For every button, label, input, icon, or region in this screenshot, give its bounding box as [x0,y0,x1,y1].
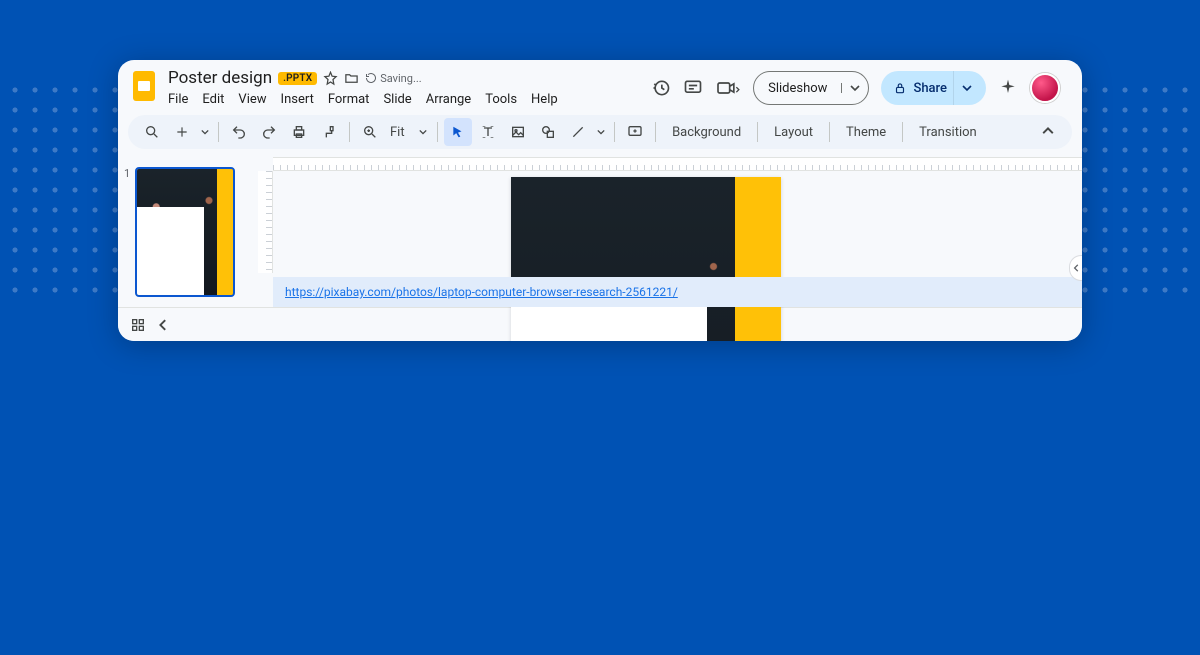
grid-view-icon[interactable] [130,317,146,333]
file-format-badge: .PPTX [278,72,317,85]
ruler-vertical[interactable] [258,171,273,273]
redo-icon[interactable] [255,118,283,146]
menu-slide[interactable]: Slide [383,92,411,107]
slide-yellow-bar[interactable] [735,177,781,341]
zoom-icon[interactable] [356,118,384,146]
slide-number: 1 [124,167,130,297]
share-button[interactable]: Share [881,71,986,105]
zoom-select[interactable]: Fit [386,125,431,140]
menu-bar: File Edit View Insert Format Slide Arran… [168,92,558,107]
menu-view[interactable]: View [238,92,266,107]
theme-button[interactable]: Theme [836,118,896,146]
layout-button[interactable]: Layout [764,118,823,146]
slides-app-window: Poster design .PPTX Saving... File Edit … [118,60,1082,341]
new-slide-caret-icon[interactable] [198,118,212,146]
slideshow-caret-icon[interactable] [841,83,868,93]
shape-tool-icon[interactable] [534,118,562,146]
work-area: 1 https://pixabay.com/photos/l [118,157,1082,307]
menu-file[interactable]: File [168,92,188,107]
transition-button[interactable]: Transition [909,118,987,146]
editor-stage[interactable] [273,171,1082,273]
speaker-notes-link[interactable]: https://pixabay.com/photos/laptop-comput… [285,285,678,299]
line-caret-icon[interactable] [594,118,608,146]
account-avatar[interactable] [1030,73,1060,103]
new-slide-icon[interactable] [168,118,196,146]
menu-help[interactable]: Help [531,92,558,107]
paint-format-icon[interactable] [315,118,343,146]
background-button[interactable]: Background [662,118,751,146]
canvas-area: https://pixabay.com/photos/laptop-comput… [258,157,1082,307]
comments-icon[interactable] [683,78,703,98]
lock-icon [893,81,907,95]
save-status: Saving... [365,72,421,85]
slide-thumbnail[interactable] [135,167,235,297]
menu-format[interactable]: Format [328,92,370,107]
slideshow-button[interactable]: Slideshow [753,71,869,105]
move-folder-icon[interactable] [344,71,359,86]
star-icon[interactable] [323,71,338,86]
title-bar: Poster design .PPTX Saving... File Edit … [118,60,1082,107]
gemini-sparkle-icon[interactable] [998,78,1018,98]
document-title[interactable]: Poster design [168,68,272,88]
select-tool-icon[interactable] [444,118,472,146]
menu-edit[interactable]: Edit [202,92,224,107]
share-caret-icon[interactable] [953,71,980,105]
line-tool-icon[interactable] [564,118,592,146]
print-icon[interactable] [285,118,313,146]
menu-arrange[interactable]: Arrange [426,92,471,107]
menu-insert[interactable]: Insert [281,92,314,107]
meet-icon[interactable] [715,78,741,98]
comment-add-icon[interactable] [621,118,649,146]
image-tool-icon[interactable] [504,118,532,146]
undo-icon[interactable] [225,118,253,146]
slides-logo-icon[interactable] [130,68,158,104]
collapse-filmstrip-icon[interactable] [158,319,170,331]
slide-canvas[interactable] [511,177,781,341]
textbox-tool-icon[interactable] [474,118,502,146]
slide-filmstrip[interactable]: 1 [118,157,258,307]
search-icon[interactable] [138,118,166,146]
collapse-toolbar-icon[interactable] [1034,118,1062,146]
history-icon[interactable] [651,78,671,98]
menu-tools[interactable]: Tools [485,92,517,107]
speaker-notes[interactable]: https://pixabay.com/photos/laptop-comput… [273,277,1082,307]
toolbar: Fit Background Layout Theme Transition [128,115,1072,149]
ruler-horizontal[interactable] [273,157,1082,171]
